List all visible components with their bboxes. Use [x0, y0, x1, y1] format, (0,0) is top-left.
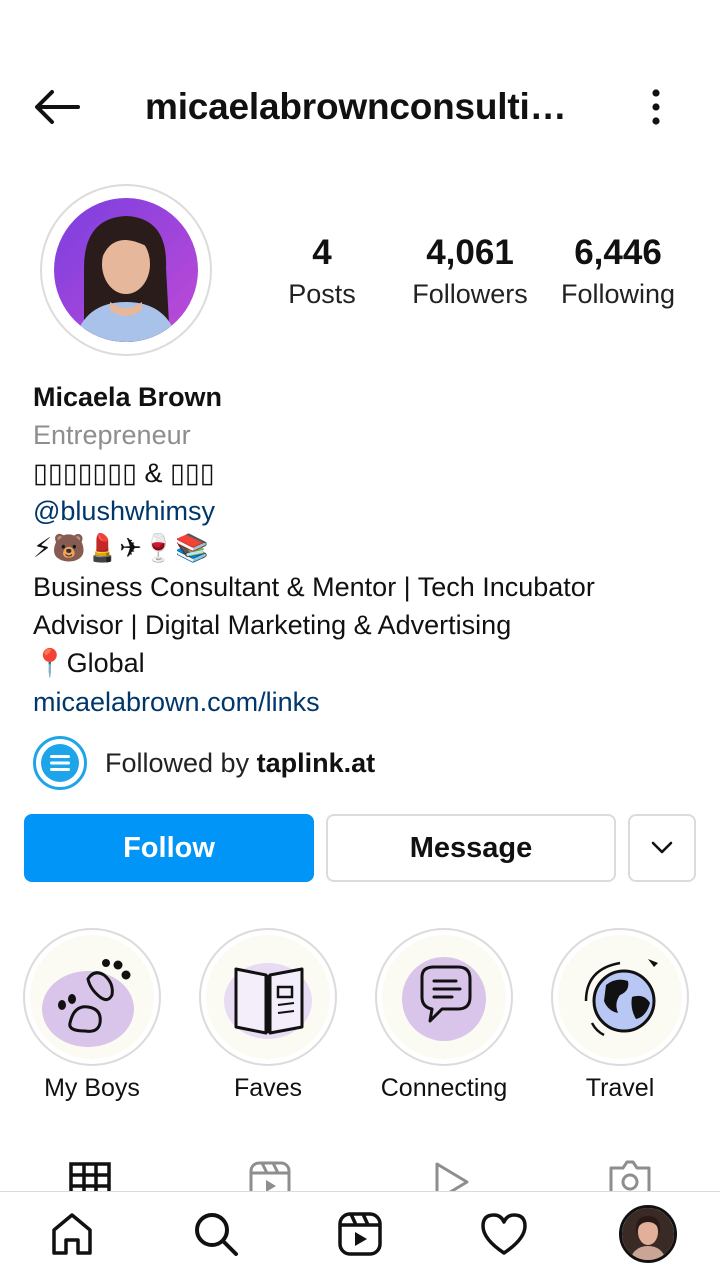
tagged-icon	[609, 1160, 651, 1192]
open-book-icon	[206, 935, 330, 1059]
pin-icon: 📍	[33, 648, 67, 679]
menu-lines-icon	[41, 744, 79, 782]
following-count: 6,446	[574, 233, 662, 272]
highlight-travel[interactable]: Travel	[550, 928, 690, 1103]
bio-location: 📍Global	[33, 644, 693, 683]
followers-stat[interactable]: 4,061 Followers	[400, 232, 540, 314]
highlight-label: Travel	[585, 1074, 655, 1102]
grid-icon	[69, 1162, 111, 1192]
play-icon	[435, 1162, 469, 1192]
followed-by-prefix: Followed by	[105, 747, 257, 778]
grid-tab[interactable]	[67, 1158, 113, 1192]
category-label: Entrepreneur	[33, 420, 191, 450]
profile-tabs	[0, 1158, 720, 1192]
highlight-faves[interactable]: Faves	[198, 928, 338, 1103]
reels-icon	[249, 1161, 291, 1192]
taplink-avatar	[33, 736, 87, 790]
highlight-ring	[375, 928, 513, 1066]
highlight-label: My Boys	[44, 1074, 140, 1102]
profile-avatar	[619, 1205, 677, 1263]
mention-link[interactable]: @blushwhimsy	[33, 492, 693, 530]
profile-username: micaelabrownconsulti…	[145, 86, 567, 127]
bio-description-line2: Advisor | Digital Marketing & Advertisin…	[33, 610, 512, 640]
posts-stat[interactable]: 4 Posts	[272, 232, 372, 314]
nav-activity[interactable]	[474, 1204, 534, 1264]
followed-by-text: Followed by taplink.at	[105, 748, 375, 779]
chat-bubble-icon	[382, 935, 506, 1059]
highlight-label: Faves	[233, 1074, 303, 1102]
profile-avatar-ring[interactable]	[40, 184, 212, 356]
following-label: Following	[560, 279, 676, 309]
search-icon	[195, 1213, 238, 1256]
profile-avatar	[54, 198, 198, 342]
follow-button[interactable]: Follow	[24, 814, 314, 882]
heart-icon	[481, 1213, 527, 1255]
posts-label: Posts	[288, 279, 356, 309]
display-name: Micaela Brown	[33, 382, 223, 412]
highlight-ring	[23, 928, 161, 1066]
paw-print-icon	[30, 935, 154, 1059]
home-icon	[52, 1213, 92, 1255]
highlight-label: Connecting	[380, 1074, 508, 1102]
chevron-down-icon	[651, 841, 673, 854]
bio-description-line1: Business Consultant & Mentor | Tech Incu…	[33, 572, 595, 602]
highlight-my-boys[interactable]: My Boys	[22, 928, 162, 1103]
profile-bio: Micaela Brown Entrepreneur ▯▯▯▯▯▯▯ & ▯▯▯…	[33, 378, 693, 721]
following-stat[interactable]: 6,446 Following	[548, 232, 688, 314]
globe-plane-icon	[558, 935, 682, 1059]
videos-tab[interactable]	[428, 1158, 474, 1192]
back-button[interactable]	[28, 82, 84, 132]
highlight-ring	[551, 928, 689, 1066]
more-vertical-icon	[652, 89, 660, 125]
posts-count: 4	[312, 233, 332, 272]
tagged-tab[interactable]	[607, 1158, 653, 1192]
nav-search[interactable]	[186, 1204, 246, 1264]
followers-label: Followers	[412, 279, 528, 309]
more-options-button[interactable]	[636, 82, 676, 132]
highlight-ring	[199, 928, 337, 1066]
website-link[interactable]: micaelabrown.com/links	[33, 683, 693, 721]
location-text: Global	[66, 648, 145, 678]
reels-tab[interactable]	[247, 1158, 293, 1192]
bottom-navigation	[0, 1191, 720, 1280]
message-button[interactable]: Message	[326, 814, 616, 882]
followed-by[interactable]: Followed by taplink.at	[33, 736, 375, 790]
highlight-connecting[interactable]: Connecting	[374, 928, 514, 1103]
top-bar: micaelabrownconsulti…	[0, 60, 720, 152]
nav-reels[interactable]	[330, 1204, 390, 1264]
followers-count: 4,061	[426, 233, 514, 272]
suggested-accounts-button[interactable]	[628, 814, 696, 882]
reels-icon	[338, 1212, 382, 1256]
nav-home[interactable]	[42, 1204, 102, 1264]
bio-tagline: ▯▯▯▯▯▯▯ & ▯▯▯	[33, 458, 215, 488]
nav-profile[interactable]	[618, 1204, 678, 1264]
back-arrow-icon	[35, 90, 80, 124]
bio-emojis: ⚡🐻💄✈🍷📚	[33, 533, 210, 564]
followed-by-account: taplink.at	[256, 747, 376, 778]
